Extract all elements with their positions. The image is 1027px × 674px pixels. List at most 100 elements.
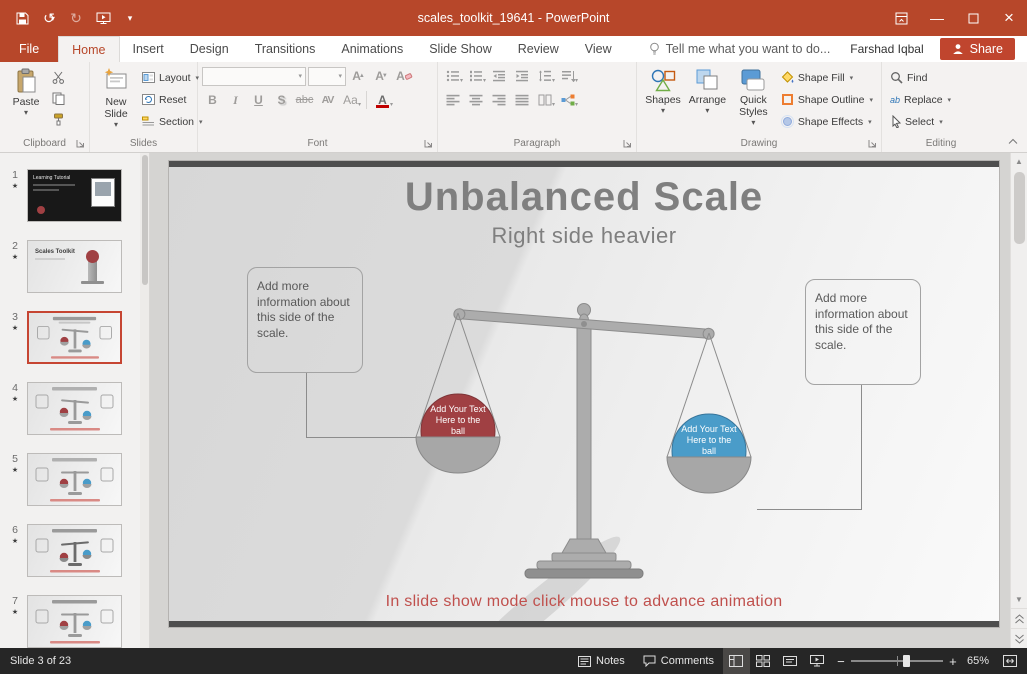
- animation-instruction-text[interactable]: In slide show mode click mouse to advanc…: [169, 593, 999, 611]
- convert-to-smartart-button[interactable]: [557, 90, 578, 110]
- scroll-up-button[interactable]: ▲: [1011, 153, 1027, 170]
- font-color-button[interactable]: A: [372, 90, 393, 110]
- normal-view-button[interactable]: [722, 648, 750, 674]
- italic-button[interactable]: I: [225, 90, 246, 110]
- customize-qat-button[interactable]: ▾: [118, 6, 142, 30]
- shape-fill-button[interactable]: Shape Fill: [777, 67, 877, 88]
- replace-button[interactable]: ab Replace: [886, 89, 955, 110]
- tab-review[interactable]: Review: [505, 36, 572, 62]
- strikethrough-button[interactable]: abc: [294, 90, 315, 110]
- tab-slide-show[interactable]: Slide Show: [416, 36, 505, 62]
- slide-show-button[interactable]: [804, 648, 831, 674]
- quick-styles-button[interactable]: Quick Styles: [730, 66, 777, 128]
- right-ball-text[interactable]: Add Your Text Here to the ball: [679, 424, 739, 456]
- increase-font-size-button[interactable]: A ▲: [348, 66, 369, 86]
- columns-button[interactable]: [534, 90, 555, 110]
- paste-button[interactable]: Paste: [4, 66, 48, 118]
- tab-insert[interactable]: Insert: [120, 36, 177, 62]
- zoom-slider[interactable]: [850, 648, 943, 674]
- arrange-button[interactable]: Arrange: [685, 66, 730, 116]
- thumbnail-slide-7[interactable]: [27, 595, 122, 648]
- reading-view-button[interactable]: [777, 648, 804, 674]
- align-left-button[interactable]: [442, 90, 463, 110]
- thumbnail-slide-1[interactable]: Learning Tutorial: [27, 169, 122, 222]
- undo-button[interactable]: ↺ ▾: [37, 6, 61, 30]
- comments-toggle-button[interactable]: Comments: [634, 648, 723, 674]
- zoom-out-button[interactable]: −: [831, 648, 851, 674]
- font-size-combo[interactable]: ▾: [308, 66, 346, 86]
- thumbnail-slide-3-selected[interactable]: [27, 311, 122, 364]
- numbering-button[interactable]: [465, 66, 486, 86]
- slide-indicator[interactable]: Slide 3 of 23: [10, 655, 71, 667]
- justify-button[interactable]: [511, 90, 532, 110]
- font-name-combo[interactable]: ▾: [202, 66, 306, 86]
- paragraph-dialog-launcher[interactable]: [622, 138, 633, 149]
- line-spacing-button[interactable]: [534, 66, 555, 86]
- tab-file[interactable]: File: [0, 36, 59, 62]
- tab-design[interactable]: Design: [177, 36, 242, 62]
- increase-indent-button[interactable]: [511, 66, 532, 86]
- shapes-button[interactable]: Shapes: [641, 66, 685, 116]
- thumbnails-scrollbar[interactable]: [140, 153, 149, 648]
- maximize-button[interactable]: [955, 0, 991, 36]
- underline-button[interactable]: U: [248, 90, 269, 110]
- select-button[interactable]: Select: [886, 111, 955, 132]
- bullets-button[interactable]: [442, 66, 463, 86]
- thumbnail-slide-4[interactable]: [27, 382, 122, 435]
- thumbnail-slide-2[interactable]: Scales Toolkit: [27, 240, 122, 293]
- shape-outline-button[interactable]: Shape Outline: [777, 89, 877, 110]
- scroll-down-button[interactable]: ▼: [1011, 591, 1027, 608]
- slide-canvas[interactable]: Unbalanced Scale Right side heavier Add …: [169, 161, 999, 627]
- tell-me-box[interactable]: Tell me what you want to do...: [649, 36, 830, 62]
- find-button[interactable]: Find: [886, 67, 955, 88]
- font-dialog-launcher[interactable]: [423, 138, 434, 149]
- tab-animations[interactable]: Animations: [328, 36, 416, 62]
- clear-formatting-button[interactable]: A: [394, 66, 415, 86]
- format-painter-button[interactable]: [48, 109, 69, 129]
- collapse-ribbon-button[interactable]: [1005, 134, 1021, 148]
- clipboard-dialog-launcher[interactable]: [75, 138, 86, 149]
- thumbnail-slide-5[interactable]: [27, 453, 122, 506]
- left-ball-text[interactable]: Add Your Text Here to the ball: [428, 404, 488, 436]
- tab-view[interactable]: View: [572, 36, 625, 62]
- thumbnails-scrollbar-thumb[interactable]: [141, 155, 148, 285]
- tab-home[interactable]: Home: [58, 36, 120, 62]
- notes-toggle-button[interactable]: Notes: [569, 648, 634, 674]
- minimize-button[interactable]: —: [919, 0, 955, 36]
- decrease-font-size-button[interactable]: A ▼: [371, 66, 392, 86]
- thumbnail-slide-6[interactable]: [27, 524, 122, 577]
- shape-effects-button[interactable]: Shape Effects: [777, 111, 877, 132]
- zoom-in-button[interactable]: +: [943, 648, 963, 674]
- redo-button[interactable]: ↻: [64, 6, 88, 30]
- next-slide-button[interactable]: [1011, 628, 1027, 648]
- previous-slide-button[interactable]: [1011, 608, 1027, 628]
- bold-button[interactable]: B: [202, 90, 223, 110]
- tab-transitions[interactable]: Transitions: [242, 36, 329, 62]
- reset-button[interactable]: Reset: [138, 89, 207, 110]
- account-name[interactable]: Farshad Iqbal: [850, 42, 923, 56]
- new-slide-button[interactable]: New Slide: [94, 66, 138, 130]
- ribbon-display-options-button[interactable]: [883, 0, 919, 36]
- drawing-dialog-launcher[interactable]: [867, 138, 878, 149]
- fit-slide-to-window-button[interactable]: [997, 648, 1023, 674]
- save-icon[interactable]: [10, 6, 34, 30]
- scrollbar-thumb[interactable]: [1013, 172, 1025, 244]
- cut-button[interactable]: [48, 67, 69, 87]
- text-direction-button[interactable]: [557, 66, 578, 86]
- close-button[interactable]: ×: [991, 0, 1027, 36]
- align-center-button[interactable]: [465, 90, 486, 110]
- align-right-button[interactable]: [488, 90, 509, 110]
- share-button[interactable]: Share: [939, 38, 1015, 60]
- copy-button[interactable]: [48, 88, 69, 108]
- layout-button[interactable]: Layout: [138, 67, 207, 88]
- zoom-slider-handle[interactable]: [903, 655, 911, 667]
- zoom-level[interactable]: 65%: [963, 655, 997, 667]
- change-case-button[interactable]: Aa: [340, 90, 361, 110]
- slide-sorter-view-button[interactable]: [750, 648, 777, 674]
- start-from-beginning-button[interactable]: [91, 6, 115, 30]
- balance-scale-graphic[interactable]: [169, 161, 999, 627]
- section-button[interactable]: Section: [138, 111, 207, 132]
- text-shadow-button[interactable]: S: [271, 90, 292, 110]
- decrease-indent-button[interactable]: [488, 66, 509, 86]
- character-spacing-button[interactable]: AV: [317, 90, 338, 110]
